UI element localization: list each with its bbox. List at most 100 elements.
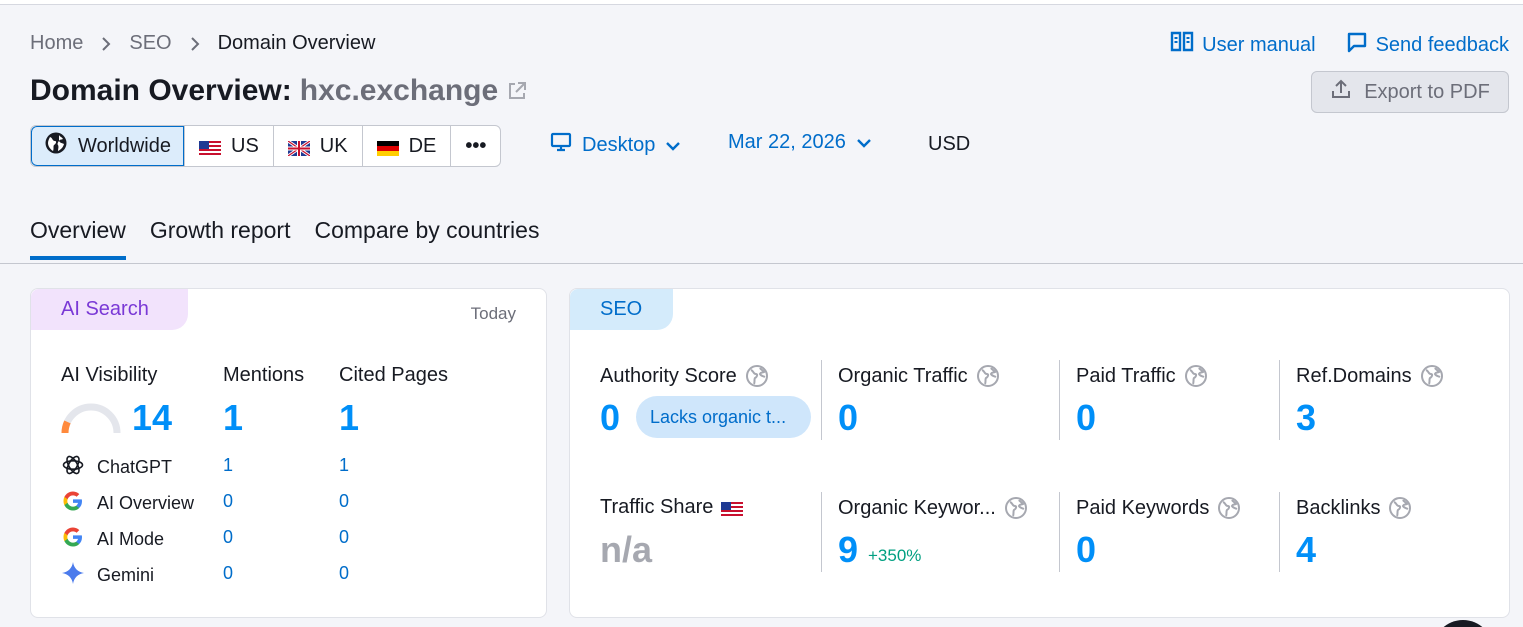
user-manual-link[interactable]: User manual [1170,31,1316,59]
tab-compare-by-countries[interactable]: Compare by countries [314,217,539,260]
column-divider [821,360,822,440]
chevron-down-icon [856,131,872,154]
ref-domains-label: Ref.Domains [1296,364,1444,388]
gemini-mentions[interactable]: 0 [223,563,233,584]
date-dropdown[interactable]: Mar 22, 2026 [728,131,872,154]
top-divider [0,4,1523,5]
gemini-cited[interactable]: 0 [339,563,349,584]
ai-mode-cited[interactable]: 0 [339,527,349,548]
organic-keywords-text: Organic Keywor... [838,496,996,519]
organic-keywords-value[interactable]: 9 [838,529,858,571]
column-divider [1059,492,1060,572]
more-icon: ••• [465,134,487,157]
seo-card: SEO Authority Score 0 Lacks organic t...… [569,288,1510,618]
cited-pages-value[interactable]: 1 [339,397,359,439]
report-tabs: Overview Growth report Compare by countr… [30,217,539,260]
paid-traffic-text: Paid Traffic [1076,364,1176,387]
globe-icon [1004,496,1028,520]
device-label: Desktop [582,133,656,156]
backlinks-label: Backlinks [1296,496,1412,520]
chatgpt-mentions[interactable]: 1 [223,455,233,476]
db-de-label: DE [408,134,437,157]
send-feedback-link[interactable]: Send feedback [1346,31,1509,59]
list-item-label: AI Overview [97,493,195,513]
paid-traffic-value[interactable]: 0 [1076,397,1096,439]
mentions-label: Mentions [223,364,305,386]
authority-score-text: Authority Score [600,364,737,387]
send-feedback-label: Send feedback [1375,33,1509,56]
authority-score-value[interactable]: 0 [600,397,620,439]
list-item-gemini: Gemini [61,561,154,590]
export-pdf-button[interactable]: Export to PDF [1311,71,1509,113]
top-links: User manual Send feedback [1170,31,1509,59]
us-flag-icon [721,500,744,517]
db-uk[interactable]: UK [272,126,362,166]
ai-overview-cited[interactable]: 0 [339,491,349,512]
breadcrumb: Home SEO Domain Overview [30,32,375,55]
list-item-ai-mode: AI Mode [61,525,164,554]
tab-overview[interactable]: Overview [30,217,126,260]
organic-keywords-delta: +350% [868,546,922,565]
ai-search-chip: AI Search [31,289,188,330]
list-item-chatgpt: ChatGPT [61,453,172,482]
google-icon [61,525,85,554]
ref-domains-value[interactable]: 3 [1296,397,1316,439]
ai-visibility-value[interactable]: 14 [132,397,172,439]
seo-chip: SEO [570,289,673,330]
breadcrumb-home[interactable]: Home [30,32,83,55]
organic-traffic-value[interactable]: 0 [838,397,858,439]
export-label: Export to PDF [1364,80,1490,103]
tab-growth-report[interactable]: Growth report [150,217,291,260]
de-flag-icon [376,139,399,156]
gemini-icon [61,561,85,590]
db-worldwide[interactable]: Worldwide [31,126,184,166]
ai-mode-mentions[interactable]: 0 [223,527,233,548]
currency-label: USD [928,133,971,155]
page-title: Domain Overview: hxc.exchange [30,74,528,108]
desktop-icon [550,131,572,159]
paid-traffic-label: Paid Traffic [1076,364,1208,388]
breadcrumb-current: Domain Overview [217,32,376,54]
ai-overview-mentions[interactable]: 0 [223,491,233,512]
period-label: Today [470,304,516,323]
page-title-prefix: Domain Overview: [30,74,292,107]
authority-score-label: Authority Score [600,364,769,388]
traffic-share-label: Traffic Share [600,496,744,519]
organic-keywords-label: Organic Keywor... [838,496,1028,520]
list-item-label: ChatGPT [97,457,173,477]
book-icon [1170,31,1194,59]
breadcrumb-seo[interactable]: SEO [129,32,171,55]
visibility-gauge [61,403,121,440]
column-divider [821,492,822,572]
column-divider [1059,360,1060,440]
chatgpt-cited[interactable]: 1 [339,455,349,476]
device-dropdown[interactable]: Desktop [550,131,681,159]
mentions-value[interactable]: 1 [223,397,243,439]
globe-icon [1388,496,1412,520]
chevron-right-icon [190,36,200,52]
external-link-icon[interactable] [506,80,528,102]
db-us[interactable]: US [184,126,273,166]
upload-icon [1330,78,1352,106]
feedback-icon [1346,31,1368,59]
db-us-label: US [231,134,259,157]
db-worldwide-label: Worldwide [78,134,171,157]
globe-icon [1420,364,1444,388]
column-divider [1279,492,1280,572]
column-divider [1279,360,1280,440]
chat-widget-button[interactable] [1433,620,1493,627]
backlinks-value[interactable]: 4 [1296,529,1316,571]
us-flag-icon [199,139,221,156]
db-de[interactable]: DE [361,126,451,166]
authority-status-badge[interactable]: Lacks organic t... [636,396,811,438]
cited-pages-label: Cited Pages [339,364,448,386]
db-uk-label: UK [319,134,348,157]
organic-traffic-label: Organic Traffic [838,364,1000,388]
globe-icon [1184,364,1208,388]
organic-traffic-text: Organic Traffic [838,364,968,387]
more-databases-button[interactable]: ••• [450,126,500,166]
globe-icon [44,131,68,161]
paid-keywords-value[interactable]: 0 [1076,529,1096,571]
chevron-down-icon [665,134,681,157]
domain-name[interactable]: hxc.exchange [300,74,498,108]
